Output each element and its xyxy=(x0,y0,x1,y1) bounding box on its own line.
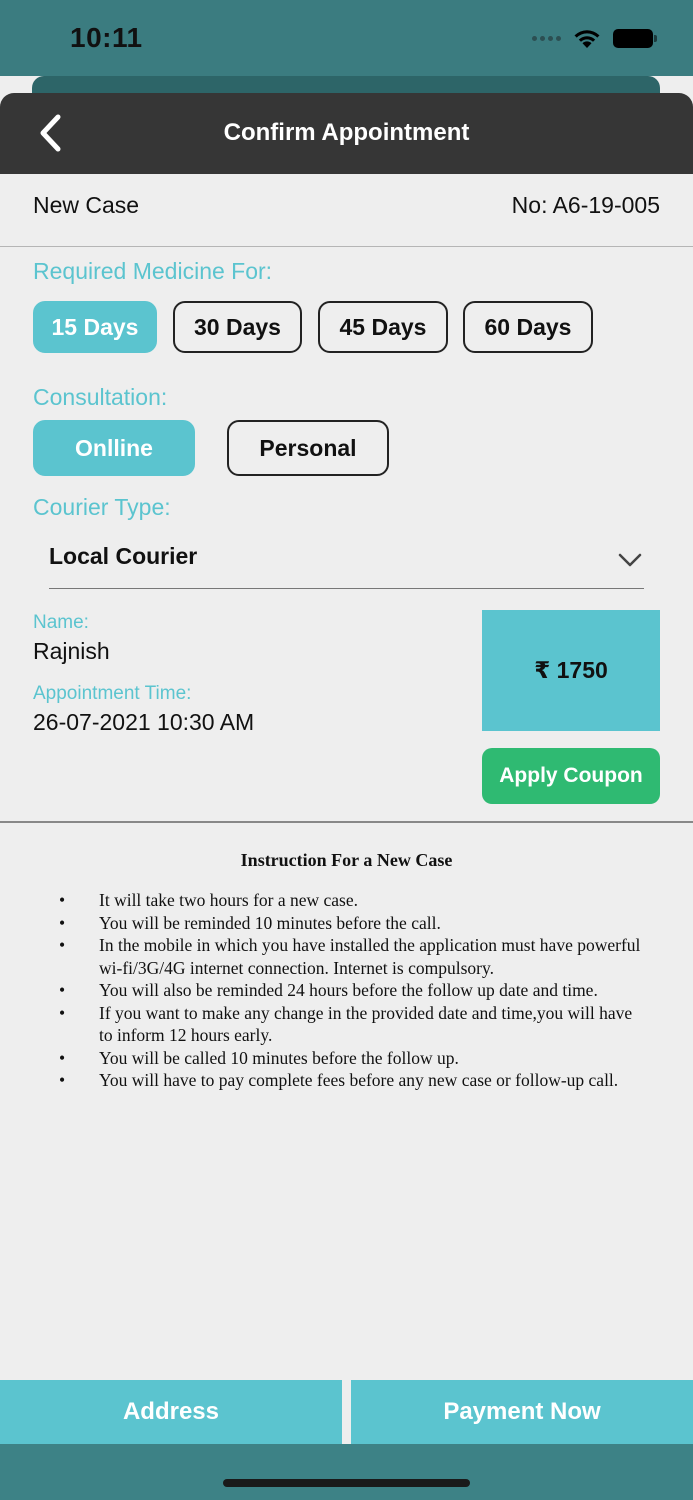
status-icons xyxy=(532,28,657,49)
medicine-label: Required Medicine For: xyxy=(33,258,273,284)
instruction-item: You will be called 10 minutes before the… xyxy=(59,1047,649,1070)
case-number: No: A6-19-005 xyxy=(511,192,660,218)
appointment-time: 26-07-2021 10:30 AM xyxy=(33,709,255,735)
instruction-item: If you want to make any change in the pr… xyxy=(59,1002,649,1047)
status-bar: 10:11 xyxy=(0,0,693,76)
consultation-personal-button[interactable]: Personal xyxy=(227,420,389,476)
courier-type-dropdown[interactable]: Local Courier xyxy=(49,530,644,589)
consultation-label: Consultation: xyxy=(33,384,168,410)
option-60-days[interactable]: 60 Days xyxy=(463,301,593,353)
case-info-row: New Case No: A6-19-005 xyxy=(0,174,693,247)
page-title: Confirm Appointment xyxy=(223,119,470,146)
option-30-days[interactable]: 30 Days xyxy=(173,301,302,353)
courier-type-label: Courier Type: xyxy=(33,494,171,520)
instruction-item: You will be reminded 10 minutes before t… xyxy=(59,912,649,935)
home-indicator-area xyxy=(0,1444,693,1500)
patient-name: Rajnish xyxy=(33,638,110,664)
name-label: Name: xyxy=(33,612,89,633)
price-display: ₹ 1750 xyxy=(482,610,660,731)
option-45-days[interactable]: 45 Days xyxy=(318,301,448,353)
wifi-icon xyxy=(574,30,600,48)
instruction-item: You will also be reminded 24 hours befor… xyxy=(59,979,649,1002)
consultation-online-button[interactable]: Onlline xyxy=(33,420,195,476)
appointment-time-label: Appointment Time: xyxy=(33,683,192,704)
apply-coupon-button[interactable]: Apply Coupon xyxy=(482,748,660,804)
status-time: 10:11 xyxy=(70,22,143,53)
courier-type-value: Local Courier xyxy=(49,543,198,569)
battery-icon xyxy=(613,29,657,48)
instructions-section: Instruction For a New Case It will take … xyxy=(0,850,693,1092)
instruction-item: You will have to pay complete fees befor… xyxy=(59,1069,649,1092)
cellular-signal-icon xyxy=(532,36,561,41)
option-15-days[interactable]: 15 Days xyxy=(33,301,157,353)
section-divider xyxy=(0,821,693,823)
instructions-list: It will take two hours for a new case. Y… xyxy=(0,889,693,1092)
nav-header: Confirm Appointment xyxy=(0,93,693,174)
case-type: New Case xyxy=(33,192,140,218)
address-button[interactable]: Address xyxy=(0,1380,342,1444)
instruction-item: It will take two hours for a new case. xyxy=(59,889,649,912)
payment-now-button[interactable]: Payment Now xyxy=(351,1380,693,1444)
chevron-down-icon xyxy=(618,553,642,567)
instruction-item: In the mobile in which you have installe… xyxy=(59,934,649,979)
instructions-title: Instruction For a New Case xyxy=(240,850,453,870)
home-indicator[interactable] xyxy=(223,1479,470,1487)
